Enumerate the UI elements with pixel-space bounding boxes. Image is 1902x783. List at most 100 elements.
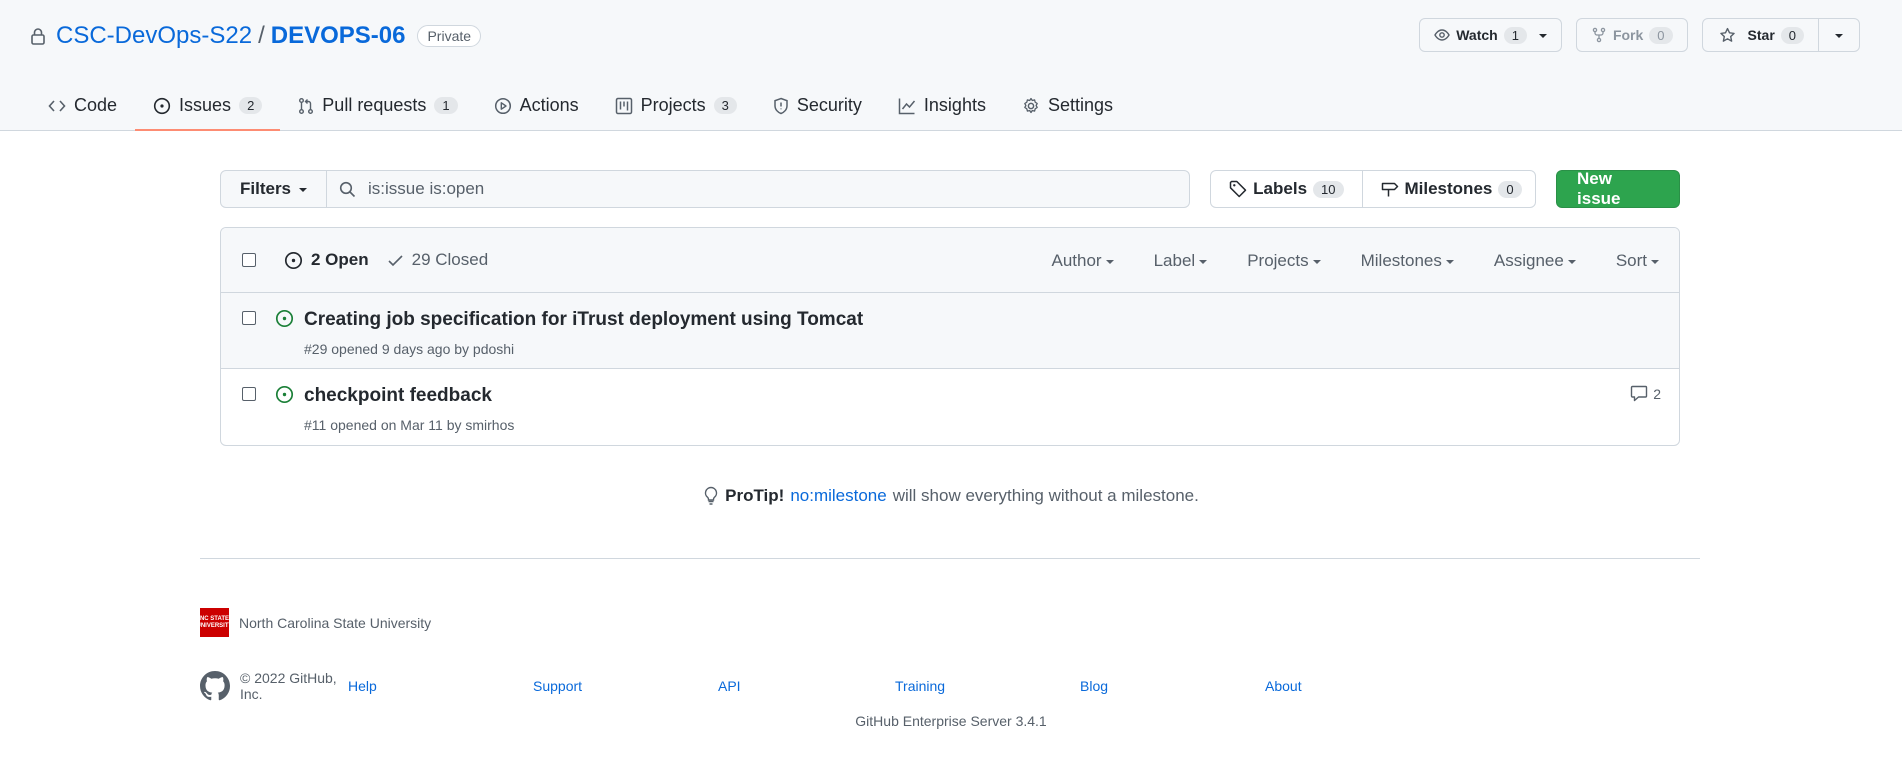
tab-projects[interactable]: Projects 3 — [597, 82, 755, 131]
lock-icon — [30, 27, 46, 45]
filters-button[interactable]: Filters — [220, 170, 328, 208]
ncsu-logo: NC STATE UNIVERSITY — [197, 608, 233, 637]
footer-link-support[interactable]: Support — [533, 678, 718, 694]
sorter-label: Milestones — [1360, 250, 1442, 270]
issues-list: 2 Open 29 Closed Author Label Projects M… — [220, 227, 1680, 446]
issue-opened-icon — [284, 251, 303, 270]
org-info: NC STATE UNIVERSITY North Carolina State… — [197, 608, 431, 637]
author-filter[interactable]: Author — [1051, 251, 1114, 271]
chevron-down-icon — [1651, 259, 1659, 264]
closed-issues-label: 29 Closed — [411, 250, 489, 269]
protip-link[interactable]: no:milestone — [790, 486, 886, 506]
comment-count: 2 — [1653, 385, 1661, 402]
footer-copyright: © 2022 GitHub, Inc. — [200, 670, 348, 702]
eye-icon — [1434, 27, 1451, 43]
milestones-label: Milestones — [1404, 179, 1493, 198]
filters-label: Filters — [240, 179, 292, 198]
star-label: Star — [1747, 27, 1775, 43]
tab-label: Settings — [1047, 95, 1114, 115]
issue-title-link[interactable]: Creating job specification for iTrust de… — [304, 309, 863, 331]
sort-filter[interactable]: Sort — [1616, 251, 1659, 271]
issue-search — [327, 170, 1191, 208]
issue-opened-icon — [275, 385, 294, 404]
tab-security[interactable]: Security — [755, 82, 880, 131]
footer-link-training[interactable]: Training — [895, 678, 1080, 694]
sorter-label: Assignee — [1493, 250, 1564, 270]
milestones-count: 0 — [1498, 180, 1522, 198]
tab-code[interactable]: Code — [30, 82, 135, 131]
check-icon — [387, 252, 404, 269]
footer-divider — [200, 558, 1700, 559]
star-button-group: Star 0 — [1701, 18, 1860, 52]
assignee-filter[interactable]: Assignee — [1494, 251, 1576, 271]
footer-link-api[interactable]: API — [718, 678, 895, 694]
chevron-down-icon — [1567, 259, 1576, 264]
label-filter[interactable]: Label — [1154, 251, 1208, 271]
tab-label: Code — [74, 95, 118, 115]
tab-actions[interactable]: Actions — [476, 82, 597, 131]
milestones-button[interactable]: Milestones 0 — [1361, 171, 1536, 207]
github-logo-icon[interactable] — [200, 671, 230, 701]
chevron-down-icon — [1312, 259, 1321, 264]
fork-label: Fork — [1612, 27, 1644, 43]
chevron-down-icon — [1445, 259, 1454, 264]
repo-header: CSC-DevOps-S22 / DEVOPS-06 Private Watch… — [0, 0, 1902, 131]
milestone-icon — [1381, 180, 1399, 198]
protip-lead: ProTip! — [725, 486, 785, 505]
issue-row: Creating job specification for iTrust de… — [221, 293, 1679, 369]
tab-pull-requests[interactable]: Pull requests 1 — [280, 82, 475, 131]
new-issue-button[interactable]: New issue — [1556, 169, 1681, 208]
issue-comments-link[interactable]: 2 — [1630, 385, 1661, 402]
tab-label: Issues — [179, 95, 232, 115]
projects-filter[interactable]: Projects — [1247, 250, 1321, 271]
milestones-filter[interactable]: Milestones — [1361, 251, 1454, 271]
footer-link-about[interactable]: About — [1265, 678, 1450, 694]
issues-list-header: 2 Open 29 Closed Author Label Projects M… — [221, 228, 1679, 293]
copyright-text: © 2022 GitHub, Inc. — [240, 670, 337, 702]
fork-button-group: Fork 0 — [1575, 18, 1688, 52]
tab-count: 1 — [434, 97, 458, 114]
repo-owner-link[interactable]: CSC-DevOps-S22 — [56, 22, 252, 50]
tab-settings[interactable]: Settings — [1004, 82, 1131, 131]
repo-name-link[interactable]: DEVOPS-06 — [271, 22, 406, 50]
issue-sorters: Author Label Projects Milestones Assigne… — [1051, 228, 1659, 293]
tab-label: Pull requests — [322, 95, 427, 115]
open-issues-link[interactable]: 2 Open — [284, 250, 369, 270]
tab-insights[interactable]: Insights — [880, 82, 1004, 131]
issue-checkbox[interactable] — [242, 311, 256, 325]
protip-text: will show everything without a milestone… — [892, 486, 1199, 505]
fork-button[interactable]: Fork 0 — [1577, 19, 1687, 51]
tab-issues[interactable]: Issues 2 — [135, 82, 281, 131]
sorter-label: Sort — [1615, 250, 1647, 270]
watch-button[interactable]: Watch 1 — [1420, 19, 1561, 51]
search-input[interactable] — [368, 179, 1178, 199]
git-pull-request-icon — [298, 97, 314, 115]
labels-button[interactable]: Labels 10 — [1211, 171, 1361, 207]
star-button[interactable]: Star 0 — [1703, 19, 1818, 51]
project-icon — [615, 97, 633, 115]
light-bulb-icon — [703, 486, 719, 506]
star-dropdown-button[interactable] — [1818, 19, 1859, 51]
select-all-checkbox[interactable] — [242, 253, 256, 267]
comment-icon — [1630, 385, 1648, 402]
tab-label: Projects — [640, 95, 706, 115]
issue-title-link[interactable]: checkpoint feedback — [304, 385, 492, 407]
labels-milestones-group: Labels 10 Milestones 0 — [1210, 170, 1537, 208]
repo-separator: / — [258, 22, 265, 49]
issues-toolbar: Filters Labels 10 Milestones 0 New issue — [220, 169, 1681, 208]
tab-label: Security — [796, 95, 862, 115]
issue-opened-icon — [275, 309, 294, 328]
sorter-label: Projects — [1247, 250, 1309, 270]
footer-link-help[interactable]: Help — [348, 678, 533, 694]
tab-label: Actions — [519, 95, 579, 115]
shield-icon — [773, 97, 789, 115]
footer-link-blog[interactable]: Blog — [1080, 678, 1265, 694]
issue-meta: #29 opened 9 days ago by pdoshi — [304, 341, 515, 357]
watch-label: Watch — [1456, 27, 1498, 43]
issue-opened-icon — [153, 97, 171, 115]
issue-checkbox[interactable] — [242, 387, 256, 401]
closed-issues-link[interactable]: 29 Closed — [387, 250, 489, 270]
watch-count: 1 — [1503, 26, 1527, 44]
footer-links: Help Support API Training Blog About — [348, 678, 1450, 694]
gear-icon — [1022, 97, 1040, 115]
